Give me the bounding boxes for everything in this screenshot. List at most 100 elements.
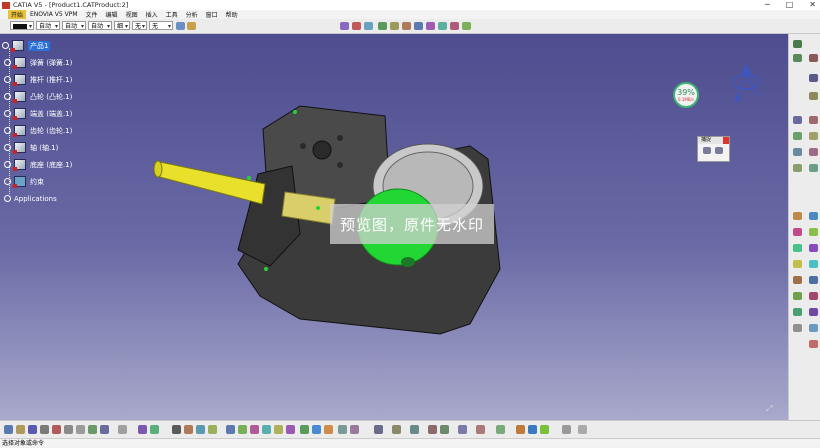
part-icon[interactable] <box>364 22 373 30</box>
fast-multi-instantiation-icon[interactable] <box>438 22 447 30</box>
close-button[interactable]: ✕ <box>809 0 816 10</box>
tool-icon[interactable] <box>809 244 818 252</box>
pan-icon[interactable] <box>208 425 217 434</box>
tool-icon[interactable] <box>809 148 818 156</box>
tree-toggle-icon[interactable] <box>4 110 11 117</box>
tool-icon[interactable] <box>793 164 802 172</box>
render-style-icon[interactable] <box>350 425 359 434</box>
format-icon[interactable] <box>187 22 196 30</box>
tool-icon[interactable] <box>809 212 818 220</box>
tree-item-spring[interactable]: 弹簧 (弹簧.1) <box>4 57 72 69</box>
compass-icon[interactable] <box>728 62 764 104</box>
menu-view[interactable]: 视图 <box>122 10 142 19</box>
component-icon[interactable] <box>352 22 361 30</box>
analyze-icon[interactable] <box>410 425 419 434</box>
formula-icon[interactable] <box>138 425 147 434</box>
tree-toggle-icon[interactable] <box>4 161 11 168</box>
view-mode-icon[interactable] <box>338 425 347 434</box>
zoom-out-icon[interactable] <box>250 425 259 434</box>
tool-icon[interactable] <box>809 164 818 172</box>
tree-item-applications[interactable]: Applications <box>4 193 57 204</box>
undo-icon[interactable] <box>88 425 97 434</box>
tree-item-pushrod[interactable]: 推杆 (推杆.1) <box>4 74 72 86</box>
tool-icon[interactable] <box>809 54 818 62</box>
measure-icon[interactable] <box>172 425 181 434</box>
point-select[interactable]: 无 <box>132 21 147 31</box>
tree-item-constraints[interactable]: 约束 <box>4 176 44 188</box>
tool-icon[interactable] <box>793 228 802 236</box>
tool-icon[interactable] <box>793 292 802 300</box>
hide-show-icon[interactable] <box>312 425 321 434</box>
menu-window[interactable]: 窗口 <box>202 10 222 19</box>
tree-toggle-icon[interactable] <box>2 42 9 49</box>
open-file-icon[interactable] <box>16 425 25 434</box>
bill-of-material-icon[interactable] <box>426 22 435 30</box>
tool-icon[interactable] <box>809 132 818 140</box>
zoom-in-icon[interactable] <box>238 425 247 434</box>
tool-icon[interactable] <box>809 116 818 124</box>
scene-icon[interactable] <box>476 425 485 434</box>
line-weight-select[interactable]: 自动 <box>62 21 86 31</box>
normal-view-icon[interactable] <box>262 425 271 434</box>
menu-enovia[interactable]: ENOVIA V5 VPM <box>26 11 82 18</box>
stop-manipulate-icon[interactable] <box>540 425 549 434</box>
tool-icon[interactable] <box>793 308 802 316</box>
tool-icon[interactable] <box>809 74 818 82</box>
graph-tree-icon[interactable] <box>402 22 411 30</box>
redo-icon[interactable] <box>100 425 109 434</box>
tree-item-gear[interactable]: 齿轮 (齿轮.1) <box>4 125 72 137</box>
cut-icon[interactable] <box>52 425 61 434</box>
menu-help[interactable]: 帮助 <box>222 10 242 19</box>
distance-icon[interactable] <box>458 425 467 434</box>
menu-tools[interactable]: 工具 <box>162 10 182 19</box>
line-style-select[interactable]: 细 <box>114 21 130 31</box>
renumber-icon[interactable] <box>414 22 423 30</box>
tool-icon[interactable] <box>793 148 802 156</box>
copy-icon[interactable] <box>64 425 73 434</box>
publish-icon[interactable] <box>496 425 505 434</box>
menu-file[interactable]: 文件 <box>82 10 102 19</box>
capture-close-icon[interactable] <box>723 137 729 144</box>
new-file-icon[interactable] <box>4 425 13 434</box>
minimize-button[interactable]: ─ <box>765 0 770 10</box>
workbench-icon[interactable] <box>793 54 802 62</box>
tool-icon[interactable] <box>793 260 802 268</box>
tree-toggle-icon[interactable] <box>4 195 11 202</box>
menu-analysis[interactable]: 分析 <box>182 10 202 19</box>
tree-item-base[interactable]: 底座 (底座.1) <box>4 159 72 171</box>
tree-toggle-icon[interactable] <box>4 59 11 66</box>
tree-toggle-icon[interactable] <box>4 178 11 185</box>
catalog-icon[interactable] <box>374 425 383 434</box>
fit-all-icon[interactable] <box>196 425 205 434</box>
section-icon[interactable] <box>440 425 449 434</box>
maximize-button[interactable]: □ <box>786 0 794 10</box>
capture-settings-icon[interactable] <box>715 147 723 154</box>
tool-icon[interactable] <box>809 228 818 236</box>
menu-insert[interactable]: 插入 <box>142 10 162 19</box>
tool-icon[interactable] <box>793 244 802 252</box>
clash-icon[interactable] <box>428 425 437 434</box>
snap-bottom-icon[interactable] <box>562 425 571 434</box>
explode-icon[interactable] <box>528 425 537 434</box>
fly-mode-icon[interactable] <box>184 425 193 434</box>
swap-space-icon[interactable] <box>324 425 333 434</box>
tool-icon[interactable] <box>793 212 802 220</box>
tree-toggle-icon[interactable] <box>4 93 11 100</box>
tool-icon[interactable] <box>809 308 818 316</box>
options-icon[interactable] <box>578 425 587 434</box>
tool-icon[interactable] <box>809 292 818 300</box>
whats-this-icon[interactable] <box>118 425 127 434</box>
capture-icon[interactable] <box>703 147 711 154</box>
manipulation-icon[interactable] <box>450 22 459 30</box>
multi-view-icon[interactable] <box>274 425 283 434</box>
tool-icon[interactable] <box>793 276 802 284</box>
iso-view-icon[interactable] <box>286 425 295 434</box>
tree-item-shaft[interactable]: 轴 (轴.1) <box>4 142 58 154</box>
tool-icon[interactable] <box>809 276 818 284</box>
save-icon[interactable] <box>28 425 37 434</box>
print-icon[interactable] <box>40 425 49 434</box>
update-icon[interactable] <box>392 425 401 434</box>
tool-icon[interactable] <box>809 92 818 100</box>
manipulate-icon[interactable] <box>516 425 525 434</box>
menu-edit[interactable]: 编辑 <box>102 10 122 19</box>
